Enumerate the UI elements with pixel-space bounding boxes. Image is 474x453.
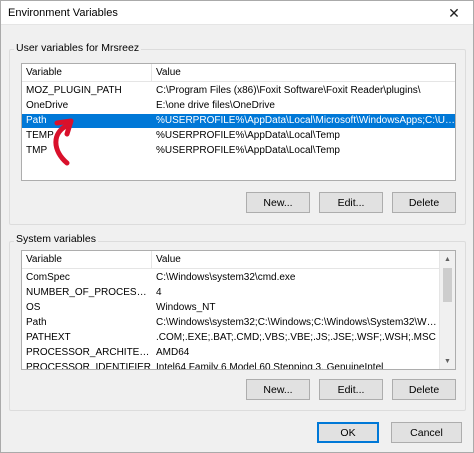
- column-header-value[interactable]: Value: [152, 251, 441, 269]
- variable-cell: PATHEXT: [26, 332, 71, 343]
- value-cell: E:\one drive files\OneDrive: [156, 100, 275, 111]
- column-header-variable[interactable]: Variable: [22, 251, 152, 269]
- value-cell: C:\Program Files (x86)\Foxit Software\Fo…: [156, 85, 421, 96]
- system-variables-label: System variables: [14, 233, 98, 245]
- system-variables-list[interactable]: Variable Value ComSpec C:\Windows\system3…: [21, 250, 456, 370]
- system-new-button[interactable]: New...: [246, 379, 310, 400]
- table-row[interactable]: OS Windows_NT: [22, 301, 441, 315]
- table-row[interactable]: OneDrive E:\one drive files\OneDrive: [22, 99, 455, 113]
- variable-cell: NUMBER_OF_PROCESSORS: [26, 287, 152, 298]
- value-cell: C:\Windows\system32\cmd.exe: [156, 272, 296, 283]
- value-cell: %USERPROFILE%\AppData\Local\Temp: [156, 130, 340, 141]
- system-list-scrollbar[interactable]: ▲ ▼: [439, 251, 455, 369]
- window-title: Environment Variables: [8, 7, 118, 19]
- value-cell: .COM;.EXE;.BAT;.CMD;.VBS;.VBE;.JS;.JSE;.…: [156, 332, 436, 343]
- variable-cell: OneDrive: [26, 100, 69, 111]
- variable-cell: PROCESSOR_ARCHITECTURE: [26, 347, 152, 358]
- user-list-header: Variable Value: [22, 64, 455, 82]
- close-icon: ✕: [448, 4, 460, 21]
- system-list-header: Variable Value: [22, 251, 441, 269]
- value-cell: %USERPROFILE%\AppData\Local\Microsoft\Wi…: [156, 115, 455, 126]
- table-row[interactable]: Path C:\Windows\system32;C:\Windows;C:\Wi…: [22, 316, 441, 330]
- close-button[interactable]: ✕: [439, 2, 469, 24]
- system-edit-button[interactable]: Edit...: [319, 379, 383, 400]
- variable-cell: OS: [26, 302, 41, 313]
- table-row[interactable]: PROCESSOR_ARCHITECTURE AMD64: [22, 346, 441, 360]
- scroll-up-icon[interactable]: ▲: [440, 251, 455, 267]
- user-new-button[interactable]: New...: [246, 192, 310, 213]
- table-row[interactable]: NUMBER_OF_PROCESSORS 4: [22, 286, 441, 300]
- scrollbar-thumb[interactable]: [443, 268, 452, 302]
- user-delete-button[interactable]: Delete: [392, 192, 456, 213]
- system-delete-button[interactable]: Delete: [392, 379, 456, 400]
- value-cell: Intel64 Family 6 Model 60 Stepping 3, Ge…: [156, 362, 384, 370]
- red-arrow-annotation: [53, 118, 74, 166]
- title-bar[interactable]: Environment Variables ✕: [1, 1, 473, 25]
- value-cell: %USERPROFILE%\AppData\Local\Temp: [156, 145, 340, 156]
- user-edit-button[interactable]: Edit...: [319, 192, 383, 213]
- cancel-button[interactable]: Cancel: [391, 422, 462, 443]
- value-cell: C:\Windows\system32;C:\Windows;C:\Window…: [156, 317, 441, 328]
- value-cell: AMD64: [156, 347, 190, 358]
- table-row[interactable]: PATHEXT .COM;.EXE;.BAT;.CMD;.VBS;.VBE;.JS…: [22, 331, 441, 345]
- table-row[interactable]: ComSpec C:\Windows\system32\cmd.exe: [22, 271, 441, 285]
- variable-cell: PROCESSOR_IDENTIFIER: [26, 362, 152, 370]
- table-row[interactable]: PROCESSOR_IDENTIFIER Intel64 Family 6 Mod…: [22, 361, 441, 370]
- variable-cell: Path: [26, 317, 47, 328]
- variable-cell: MOZ_PLUGIN_PATH: [26, 85, 122, 96]
- environment-variables-dialog: Environment Variables ✕ User variables f…: [0, 0, 474, 453]
- value-cell: 4: [156, 287, 162, 298]
- table-row[interactable]: MOZ_PLUGIN_PATH C:\Program Files (x86)\Fo…: [22, 84, 455, 98]
- value-cell: Windows_NT: [156, 302, 216, 313]
- variable-cell: ComSpec: [26, 272, 70, 283]
- column-header-variable[interactable]: Variable: [22, 64, 152, 82]
- ok-button[interactable]: OK: [317, 422, 379, 443]
- column-header-value[interactable]: Value: [152, 64, 455, 82]
- user-variables-label: User variables for Mrsreez: [14, 42, 142, 54]
- scroll-down-icon[interactable]: ▼: [440, 353, 455, 369]
